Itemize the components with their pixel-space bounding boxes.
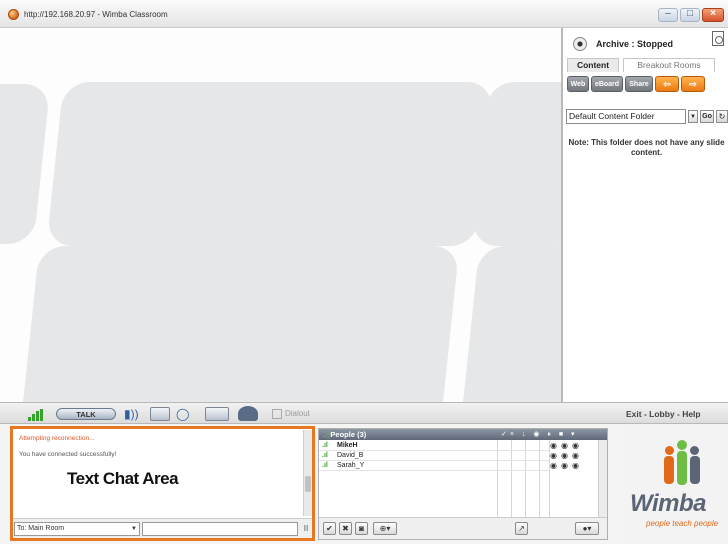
logo-wordmark: Wimba (630, 490, 706, 517)
tab-content[interactable]: Content (567, 58, 619, 72)
signal-strength-icon: .ıl (322, 442, 328, 449)
chat-message: You have connected successfully! (19, 451, 117, 458)
participant-row[interactable]: .ıl Sarah_Y ◉◉◉ (319, 461, 579, 471)
phone-icon[interactable] (238, 406, 258, 421)
archive-record-icon[interactable] (573, 37, 587, 51)
participants-scrollbar[interactable] (598, 440, 607, 518)
next-slide-button[interactable]: ⇨ (681, 76, 705, 92)
arrow-left-icon: ⇦ (663, 79, 671, 89)
folder-note: Note: This folder does not have any slid… (568, 138, 725, 157)
web-button[interactable]: Web (567, 76, 589, 92)
nav-links[interactable]: Exit - Lobby - Help (626, 409, 701, 419)
speaker-volume-icon[interactable]: ▮)) (124, 407, 139, 422)
maximize-icon[interactable] (680, 8, 700, 22)
minimize-icon[interactable] (658, 8, 678, 22)
share-button[interactable]: Share (625, 76, 653, 92)
previous-slide-button[interactable]: ⇦ (655, 76, 679, 92)
chat-scrollbar[interactable] (303, 430, 312, 516)
participants-toolbar: ✔ ✖ ◙ ⊕▾ ↗ ●▾ (319, 517, 607, 539)
check-icon[interactable]: ✔ (323, 522, 336, 535)
chat-message-input[interactable] (142, 522, 298, 536)
text-chat-area: Attempting reconnection... You have conn… (10, 426, 315, 541)
people-logo-icon (662, 438, 702, 488)
content-panel: Archive : Stopped Content Breakout Rooms… (561, 28, 728, 402)
whiteboard-tile (0, 84, 51, 244)
signal-strength-icon: .ıl (322, 462, 328, 469)
app-icon (8, 9, 19, 20)
content-folder-select[interactable]: Default Content Folder (566, 109, 686, 124)
content-whiteboard[interactable] (0, 28, 561, 402)
room-prefix: To: (17, 525, 27, 532)
bottom-panel: Attempting reconnection... You have conn… (0, 424, 728, 544)
participant-column-icons: ✓× ↓ ◉ ⏸ ■ ▾ (501, 431, 578, 438)
lock-icon[interactable]: ◯ (176, 407, 189, 422)
arrow-right-icon: ⇨ (689, 79, 697, 89)
hand-raise-icon[interactable]: ◙ (355, 522, 368, 535)
cross-icon[interactable]: ✖ (339, 522, 352, 535)
refresh-icon[interactable]: ↻ (716, 110, 728, 123)
chat-area-caption: Text Chat Area (67, 469, 179, 488)
tab-breakout-rooms[interactable]: Breakout Rooms (623, 58, 715, 72)
logo-tagline: people teach people (646, 519, 719, 528)
whiteboard-tile (460, 246, 561, 402)
status-icons: ◉◉◉ (550, 451, 583, 460)
options-menu-icon[interactable]: ●▾ (575, 522, 599, 535)
media-toolbar: TALK ▮)) ◯ Dialout Exit - Lobby - Help (0, 402, 728, 424)
participant-row[interactable]: .ıl MikeH ◉◉◉ (319, 441, 579, 451)
participants-title: People (3) (323, 430, 366, 439)
chevron-down-icon: ▼ (131, 526, 137, 532)
chat-message: Attempting reconnection... (19, 435, 95, 442)
close-icon[interactable] (702, 8, 724, 22)
signal-strength-icon: .ıl (322, 452, 328, 459)
window-title: http://192.168.20.97 - Wimba Classroom (24, 10, 168, 19)
eboard-button[interactable]: eBoard (591, 76, 623, 92)
whiteboard-tile (46, 82, 494, 246)
participant-row[interactable]: .ıl David_B ◉◉◉ (319, 451, 579, 461)
audio-level-icon[interactable] (150, 407, 170, 421)
participant-name: MikeH (337, 442, 358, 449)
go-button[interactable]: Go (700, 110, 714, 123)
pause-chat-button[interactable]: II (301, 522, 311, 536)
wimba-logo: Wimba people teach people (624, 428, 728, 540)
participant-name: David_B (337, 452, 364, 459)
video-camera-icon[interactable] (205, 407, 229, 421)
participant-name: Sarah_Y (337, 462, 365, 469)
whiteboard-tile (20, 246, 460, 402)
signal-strength-icon (28, 409, 44, 421)
archive-status: Archive : Stopped (596, 39, 674, 49)
document-icon[interactable] (712, 31, 724, 46)
room-name: Main Room (28, 525, 65, 532)
status-icons: ◉◉◉ (550, 441, 583, 450)
dialout-option[interactable]: Dialout (272, 409, 310, 419)
participants-panel: People (3) ✓× ↓ ◉ ⏸ ■ ▾ .ıl MikeH ◉◉◉ .ı… (318, 428, 608, 540)
window-title-bar: http://192.168.20.97 - Wimba Classroom (0, 0, 728, 28)
participants-header: People (3) ✓× ↓ ◉ ⏸ ■ ▾ (319, 429, 607, 440)
chat-input-bar: To: Main Room ▼ II (13, 518, 312, 538)
chat-room-select[interactable]: To: Main Room ▼ (14, 522, 140, 536)
chevron-down-icon[interactable]: ▼ (688, 110, 698, 123)
talk-button[interactable]: TALK (56, 408, 116, 420)
activity-icon[interactable]: ↗ (515, 522, 528, 535)
status-icons: ◉◉◉ (550, 461, 583, 470)
emoticon-menu-icon[interactable]: ⊕▾ (373, 522, 397, 535)
